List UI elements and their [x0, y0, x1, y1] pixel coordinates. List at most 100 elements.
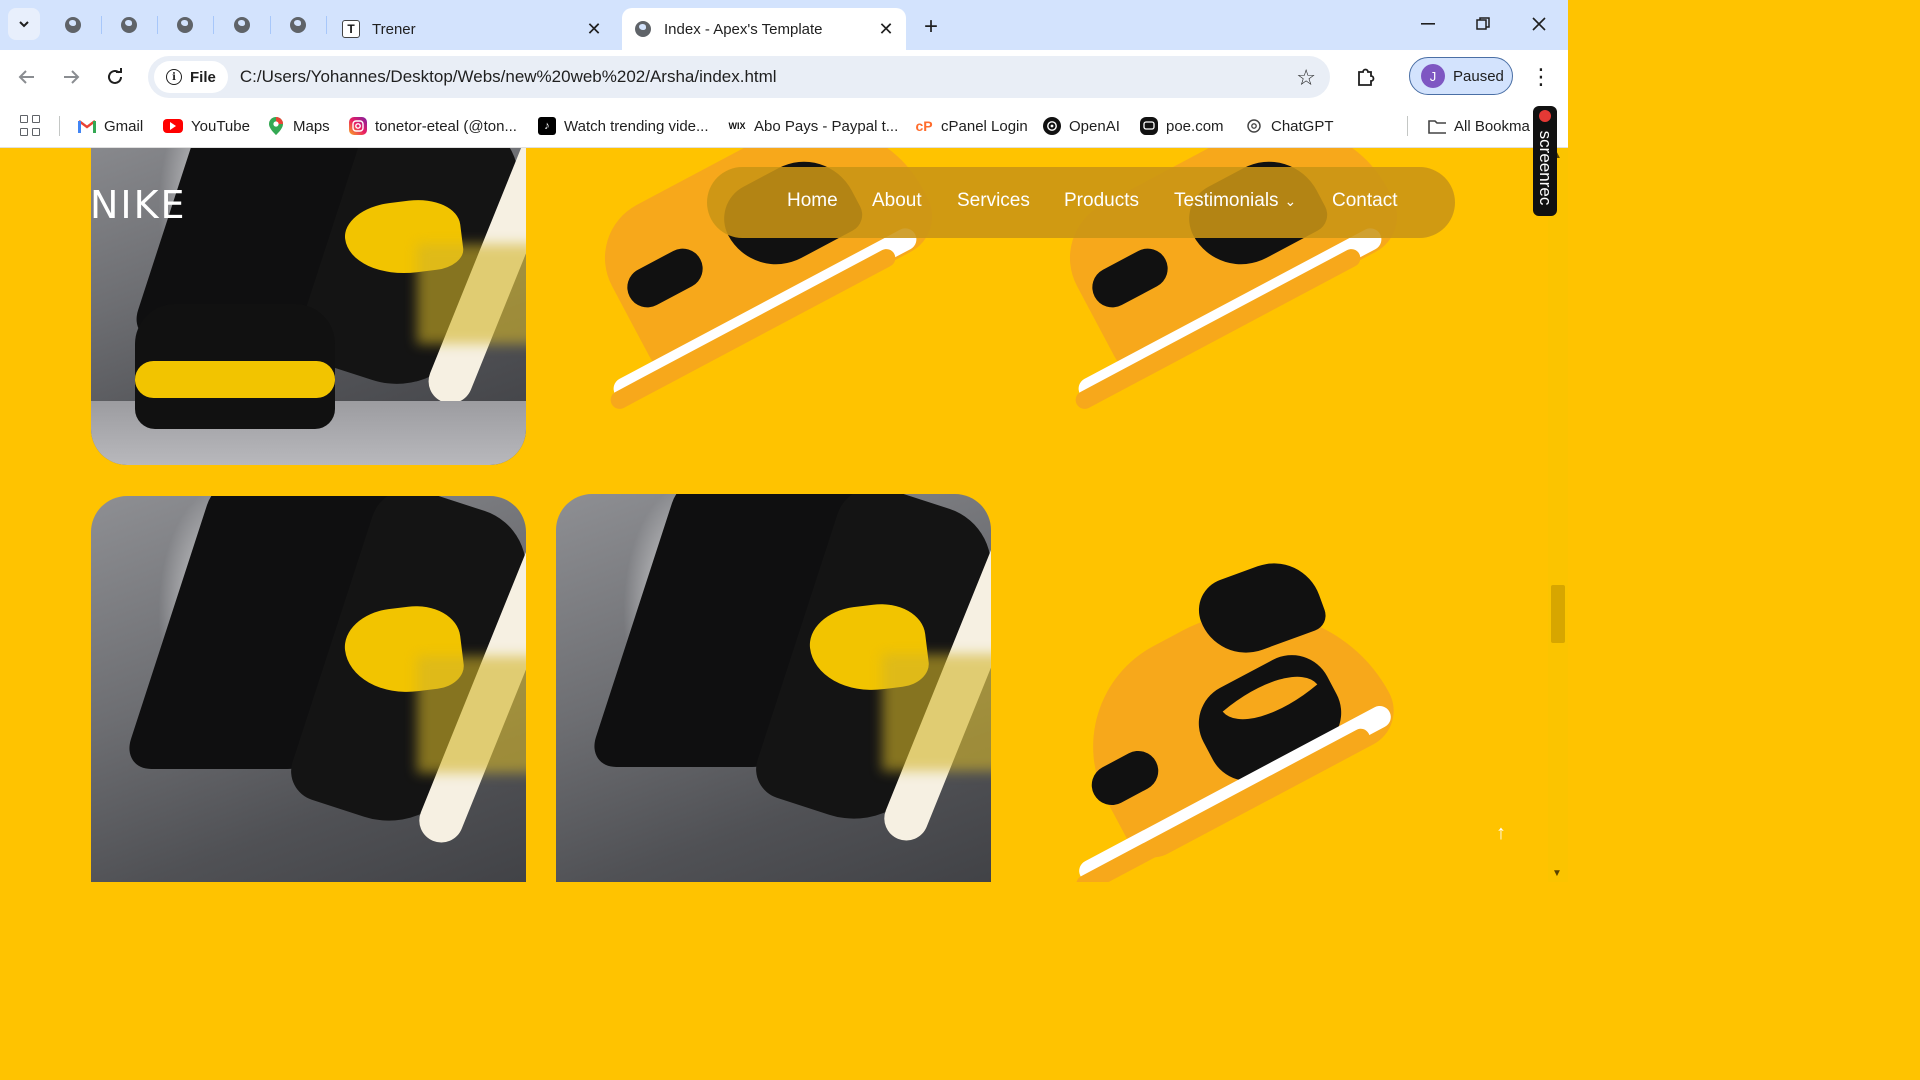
tab-separator — [326, 16, 327, 34]
wix-icon: WIX — [728, 121, 746, 131]
bookmark-label: Maps — [293, 117, 330, 135]
tab-trener[interactable]: T Trener ✕ — [330, 8, 614, 50]
pinned-tab[interactable] — [227, 10, 257, 40]
bookmarks-bar: Gmail YouTube Maps tonetor-eteal (@ton..… — [0, 104, 1568, 148]
gallery-photo[interactable] — [91, 496, 526, 882]
screenrec-widget[interactable]: screenrec — [1533, 106, 1557, 216]
poe-icon — [1140, 117, 1158, 135]
info-icon: i — [166, 69, 182, 85]
avatar: J — [1421, 64, 1445, 88]
youtube-icon — [163, 119, 183, 133]
bookmark-chatgpt[interactable]: ChatGPT — [1245, 113, 1334, 139]
tab-separator — [270, 16, 271, 34]
brand-logo[interactable]: NIKE — [90, 183, 187, 227]
tab-index-apex[interactable]: Index - Apex's Template ✕ — [622, 8, 906, 50]
close-tab-icon[interactable]: ✕ — [874, 17, 898, 41]
tab-separator — [213, 16, 214, 34]
bookmark-label: Watch trending vide... — [564, 117, 709, 135]
nav-products[interactable]: Products — [1064, 190, 1139, 212]
address-bar[interactable]: i File C:/Users/Yohannes/Desktop/Webs/ne… — [148, 56, 1330, 98]
maps-pin-icon — [267, 117, 285, 135]
restore-icon[interactable] — [1460, 8, 1506, 40]
bookmark-label: Gmail — [104, 117, 144, 135]
gallery-photo[interactable] — [556, 494, 991, 882]
site-info-chip[interactable]: i File — [154, 61, 228, 93]
cpanel-icon: cP — [915, 118, 933, 134]
chevron-down-icon: ⌄ — [1284, 193, 1297, 209]
nav-services[interactable]: Services — [957, 190, 1030, 212]
scrollbar-thumb[interactable] — [1551, 585, 1565, 643]
record-dot-icon — [1539, 110, 1551, 122]
tab-title: Trener — [372, 20, 416, 38]
bookmark-label: poe.com — [1166, 117, 1224, 135]
bookmark-label: Abo Pays - Paypal t... — [754, 117, 899, 135]
instagram-icon — [349, 117, 367, 135]
back-arrow-icon[interactable] — [11, 61, 43, 93]
globe-icon — [121, 17, 137, 33]
all-bookmarks-folder[interactable]: All Bookma — [1428, 113, 1530, 139]
globe-icon — [290, 17, 306, 33]
extensions-puzzle-icon[interactable] — [1350, 61, 1382, 93]
nav-contact[interactable]: Contact — [1332, 190, 1397, 212]
nav-testimonials[interactable]: Testimonials ⌄ — [1174, 190, 1296, 212]
forward-arrow-icon[interactable] — [55, 61, 87, 93]
bookmark-tiktok[interactable]: ♪ Watch trending vide... — [538, 113, 709, 139]
bookmark-maps[interactable]: Maps — [267, 113, 330, 139]
globe-favicon — [634, 20, 652, 38]
more-menu-icon[interactable]: ⋮ — [1527, 61, 1555, 93]
new-tab-button[interactable]: + — [916, 12, 946, 42]
bookmark-label: cPanel Login — [941, 117, 1028, 135]
profile-status: Paused — [1453, 67, 1504, 85]
bookmark-youtube[interactable]: YouTube — [163, 113, 250, 139]
gmail-icon — [78, 117, 96, 135]
pinned-tab[interactable] — [58, 10, 88, 40]
pinned-tab[interactable] — [114, 10, 144, 40]
pinned-tab[interactable] — [283, 10, 313, 40]
bookmark-openai[interactable]: OpenAI — [1043, 113, 1120, 139]
browser-toolbar: i File C:/Users/Yohannes/Desktop/Webs/ne… — [0, 50, 1568, 104]
minimize-icon[interactable] — [1405, 8, 1451, 40]
chevron-down-icon — [19, 21, 29, 28]
nav-home[interactable]: Home — [787, 190, 838, 212]
bookmark-poe[interactable]: poe.com — [1140, 113, 1224, 139]
tiktok-icon: ♪ — [538, 117, 556, 135]
globe-icon — [234, 17, 250, 33]
gallery-sneaker[interactable] — [1050, 549, 1420, 882]
chatgpt-icon — [1245, 117, 1263, 135]
trener-favicon: T — [342, 20, 360, 38]
bookmark-label: ChatGPT — [1271, 117, 1334, 135]
trener-favicon-letter: T — [342, 20, 360, 38]
bookmark-cpanel[interactable]: cP cPanel Login — [915, 113, 1028, 139]
page-viewport: NIKE Home About Services Products Testim… — [0, 148, 1548, 882]
close-tab-icon[interactable]: ✕ — [582, 17, 606, 41]
bookmark-wix[interactable]: WIX Abo Pays - Paypal t... — [728, 113, 899, 139]
folder-icon — [1428, 117, 1446, 135]
screenrec-label: screenrec — [1536, 130, 1555, 206]
bookmark-label: tonetor-eteal (@ton... — [375, 117, 517, 135]
tab-title: Index - Apex's Template — [664, 20, 823, 38]
globe-icon — [65, 17, 81, 33]
arrow-up-icon[interactable]: ↑ — [1486, 818, 1516, 848]
bookmark-instagram[interactable]: tonetor-eteal (@ton... — [349, 113, 517, 139]
bookmark-star-icon[interactable]: ☆ — [1296, 65, 1316, 91]
tab-strip: T Trener ✕ Index - Apex's Template ✕ + — [0, 0, 1568, 50]
bookmark-separator — [1407, 116, 1408, 136]
bookmark-gmail[interactable]: Gmail — [78, 113, 143, 139]
bookmark-label: All Bookma — [1454, 117, 1530, 135]
scroll-down-arrow-icon[interactable]: ▼ — [1552, 868, 1562, 879]
openai-icon — [1043, 117, 1061, 135]
bookmark-separator — [59, 116, 60, 136]
site-chip-label: File — [190, 68, 216, 86]
reload-icon[interactable] — [99, 61, 131, 93]
nav-about[interactable]: About — [872, 190, 922, 212]
profile-button[interactable]: J Paused — [1409, 57, 1513, 95]
tab-search-button[interactable] — [8, 8, 40, 40]
scrollbar-track[interactable] — [1548, 148, 1568, 882]
bookmark-label: YouTube — [191, 117, 250, 135]
window-close-icon[interactable] — [1516, 8, 1562, 40]
apps-grid-icon[interactable] — [20, 115, 42, 137]
tab-separator — [101, 16, 102, 34]
bookmark-label: OpenAI — [1069, 117, 1120, 135]
pinned-tab[interactable] — [170, 10, 200, 40]
globe-icon — [635, 21, 651, 37]
